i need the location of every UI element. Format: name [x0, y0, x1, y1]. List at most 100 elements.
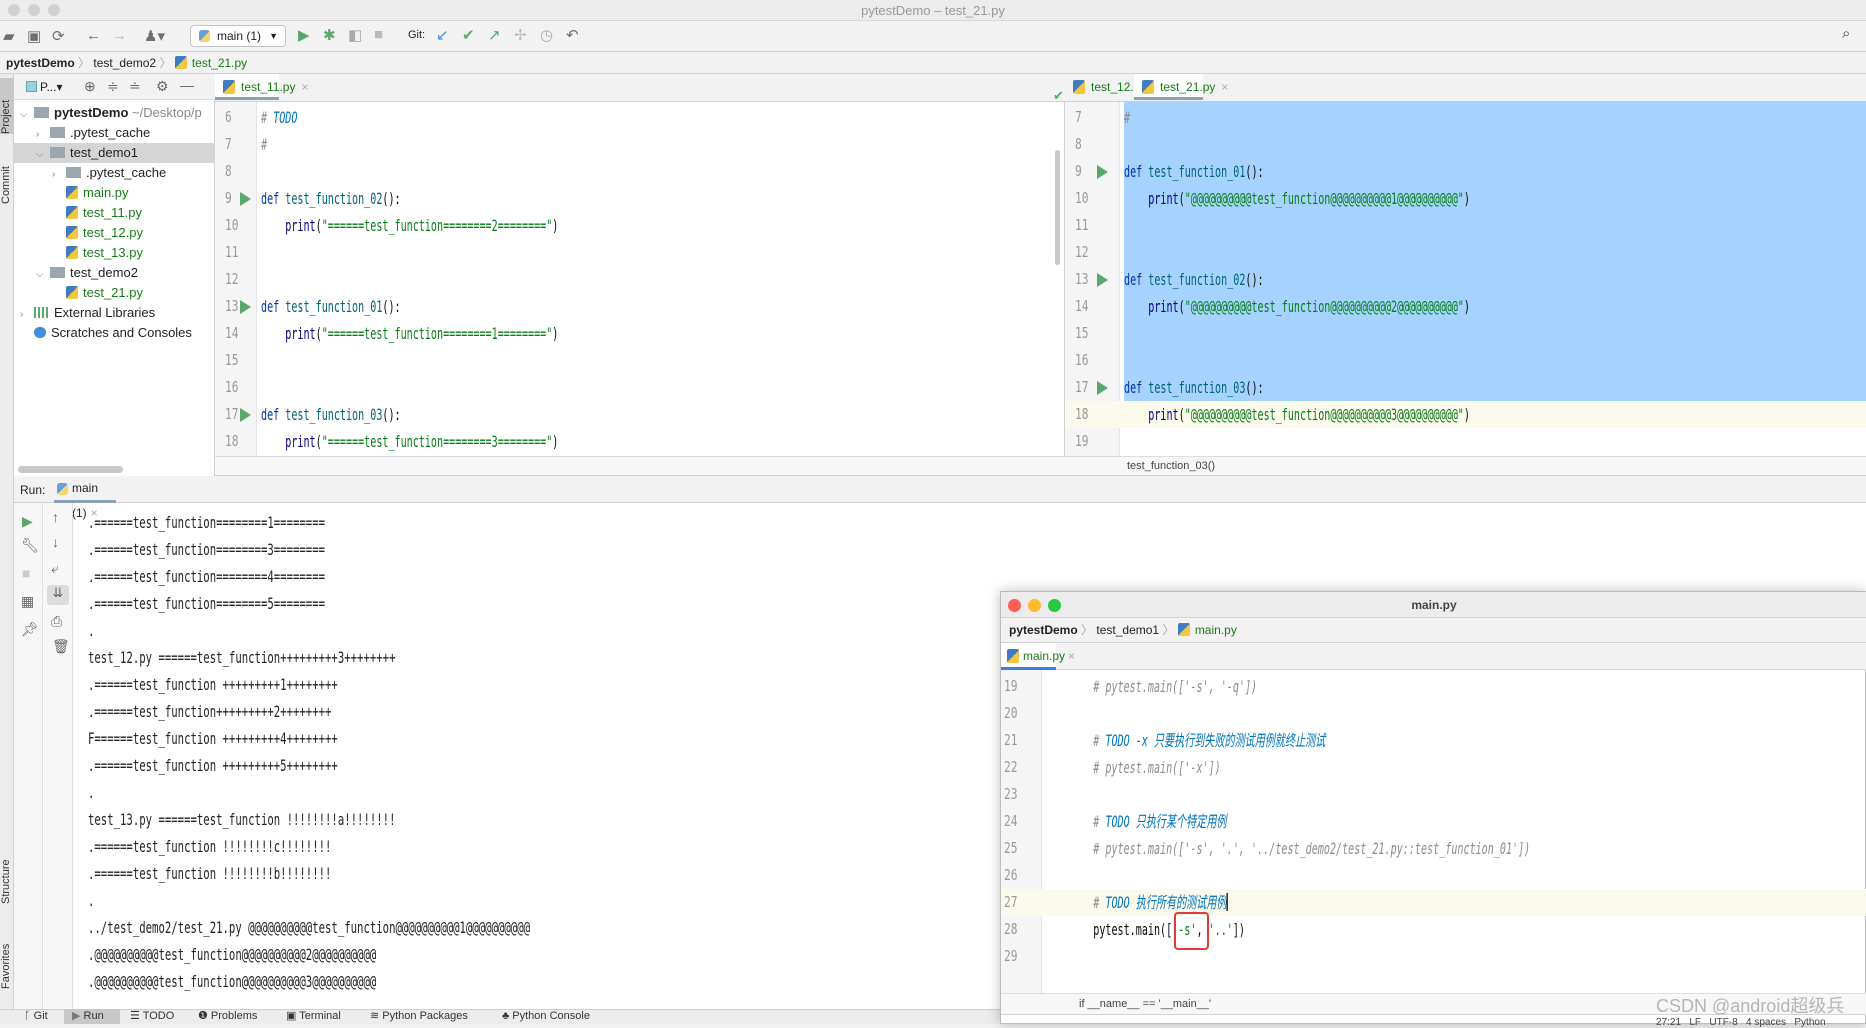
tab-test-21[interactable]: test_21.py ×	[1134, 74, 1228, 100]
breadcrumb-item[interactable]: pytestDemo	[1009, 623, 1078, 637]
line-number: 19	[1075, 432, 1089, 450]
run-test-icon[interactable]	[1097, 273, 1108, 287]
git-push-icon[interactable]: ↗	[488, 26, 501, 44]
tab-main-py[interactable]: main.py ×	[1001, 643, 1075, 670]
breadcrumb-item[interactable]: test_demo1	[1096, 623, 1159, 637]
close-icon[interactable]: ×	[301, 80, 308, 94]
horizontal-scrollbar[interactable]	[18, 466, 123, 473]
git-commit-icon[interactable]: ✔	[462, 26, 475, 44]
coverage-icon[interactable]: ◧	[348, 26, 362, 44]
up-arrow-icon[interactable]: ↑	[52, 509, 59, 525]
bottom-tab-python-console[interactable]: ♣ Python Console	[502, 1009, 590, 1024]
run-test-icon[interactable]	[240, 192, 251, 206]
bottom-tab-python-packages[interactable]: ≋ Python Packages	[370, 1009, 468, 1024]
layout-icon[interactable]: ▦	[21, 593, 34, 610]
wrench-icon[interactable]: 🔧︎	[21, 537, 39, 554]
soft-wrap-icon[interactable]: ⤶	[51, 560, 59, 577]
stop-icon[interactable]: ■	[22, 565, 30, 581]
history-icon[interactable]: ◷	[540, 26, 553, 44]
chevron-down-icon[interactable]: ⌵	[20, 105, 34, 123]
rollback-icon[interactable]: ↶	[566, 26, 579, 44]
git-update-icon[interactable]: ↙	[436, 26, 449, 44]
code-area[interactable]: 19 # pytest.main(['-s', '-q']) 20 21 # TOD…	[1001, 673, 1866, 993]
chevron-right-icon[interactable]: ›	[52, 165, 66, 183]
user-icon[interactable]: ♟▾	[144, 27, 165, 45]
rerun-icon[interactable]: ▶	[22, 513, 33, 530]
project-tool-tab[interactable]: Project	[0, 78, 14, 134]
pin-icon[interactable]: 📌︎	[21, 621, 39, 638]
print-icon[interactable]: ⎙	[51, 613, 62, 630]
packages-icon: ≋	[370, 1010, 383, 1022]
tree-item[interactable]: › .pytest_cache	[14, 163, 215, 183]
highlight-box	[1174, 912, 1209, 950]
save-icon[interactable]: ▣	[27, 27, 41, 45]
tree-item[interactable]: › .pytest_cache	[14, 123, 215, 143]
run-test-icon[interactable]	[240, 300, 251, 314]
sync-icon[interactable]: ⟳	[52, 27, 65, 45]
run-icon[interactable]: ▶	[298, 26, 310, 44]
open-folder-icon[interactable]: ▰	[3, 27, 15, 45]
bottom-tab-run[interactable]: ▶ Run	[64, 1009, 120, 1024]
back-icon[interactable]: ←	[86, 27, 101, 44]
code-line: 14 print("======test_function========1==…	[215, 320, 1065, 347]
code-area[interactable]: 7 #8 9 def test_function_01(): 10 print("@@@…	[1065, 104, 1866, 456]
chevron-down-icon[interactable]: ⌵	[36, 265, 50, 283]
run-test-icon[interactable]	[240, 408, 251, 422]
tree-item[interactable]: main.py	[14, 183, 215, 203]
code-token: test_function_01	[285, 297, 383, 316]
chevron-right-icon[interactable]: ›	[20, 305, 34, 323]
run-test-icon[interactable]	[1097, 381, 1108, 395]
code-text: print("======test_function========1=====…	[261, 320, 558, 347]
code-line: 24 # TODO 只执行某个特定用例	[1001, 808, 1866, 835]
chevron-down-icon[interactable]: ⌵	[36, 145, 50, 163]
run-tab-main[interactable]: main (1) ×	[54, 476, 116, 520]
bottom-tab-git[interactable]: ᚴ Git	[24, 1009, 48, 1024]
structure-tool-tab[interactable]: Structure	[0, 844, 14, 904]
code-area[interactable]: 6 # TODO 7 #8 9 def test_function_02(): 10 pri…	[215, 104, 1065, 454]
tree-item[interactable]: test_11.py	[14, 203, 215, 223]
tree-item[interactable]: test_21.py	[14, 283, 215, 303]
git-merge-icon[interactable]: ✢	[514, 26, 527, 44]
hide-panel-icon[interactable]: —	[180, 77, 194, 93]
scope-breadcrumb[interactable]: if __name__ == '__main__'	[1079, 998, 1211, 1010]
debug-icon[interactable]: ✱	[323, 26, 336, 44]
breadcrumb-item[interactable]: pytestDemo	[6, 56, 75, 70]
tree-item[interactable]: ⌵ test_demo1	[14, 143, 215, 163]
down-arrow-icon[interactable]: ↓	[52, 534, 59, 550]
favorites-tool-tab[interactable]: Favorites	[0, 929, 14, 989]
expand-all-icon[interactable]: ≑	[107, 78, 119, 95]
project-view-dropdown[interactable]: P...▾	[26, 80, 63, 94]
gear-icon[interactable]: ⚙	[156, 78, 169, 95]
bottom-tab-terminal[interactable]: ▣ Terminal	[286, 1009, 341, 1024]
collapse-all-icon[interactable]: ≐	[129, 78, 141, 95]
run-test-icon[interactable]	[1097, 165, 1108, 179]
tab-test-11[interactable]: test_11.py ×	[215, 74, 309, 100]
close-icon[interactable]: ×	[1221, 80, 1228, 94]
chevron-right-icon[interactable]: ›	[36, 125, 50, 143]
python-file-icon	[1142, 80, 1154, 94]
tree-item[interactable]: test_12.py	[14, 223, 215, 243]
vertical-scrollbar[interactable]	[1055, 150, 1060, 265]
tab-test-12[interactable]: test_12.py×	[1065, 74, 1159, 100]
close-icon[interactable]: ×	[1068, 649, 1075, 663]
forward-icon[interactable]: →	[112, 27, 127, 44]
commit-tool-tab[interactable]: Commit	[0, 154, 14, 204]
scroll-to-end-icon[interactable]: ⇊	[47, 585, 69, 605]
tree-item[interactable]: test_13.py	[14, 243, 215, 263]
search-icon[interactable]: ⌕	[1842, 25, 1850, 42]
bottom-tab-problems[interactable]: ❶ Problems	[198, 1009, 257, 1024]
locate-icon[interactable]: ⊕	[84, 78, 96, 95]
tree-item[interactable]: Scratches and Consoles	[14, 323, 215, 343]
tree-item[interactable]: ⌵ test_demo2	[14, 263, 215, 283]
function-breadcrumb[interactable]: test_function_03()	[1127, 460, 1215, 472]
bottom-tab-todo[interactable]: ☰ TODO	[130, 1009, 174, 1024]
breadcrumb-item[interactable]: test_demo2	[93, 56, 156, 70]
trash-icon[interactable]: 🗑︎	[52, 638, 70, 655]
stop-icon[interactable]: ■	[374, 26, 383, 43]
breadcrumb-item[interactable]: test_21.py	[192, 56, 247, 70]
code-text: def test_function_02():	[261, 185, 401, 212]
run-config-dropdown[interactable]: main (1) ▼	[190, 25, 286, 47]
breadcrumb-item[interactable]: main.py	[1195, 623, 1237, 637]
tree-item[interactable]: › External Libraries	[14, 303, 215, 323]
tree-item[interactable]: ⌵ pytestDemo ~/Desktop/p	[14, 103, 215, 123]
